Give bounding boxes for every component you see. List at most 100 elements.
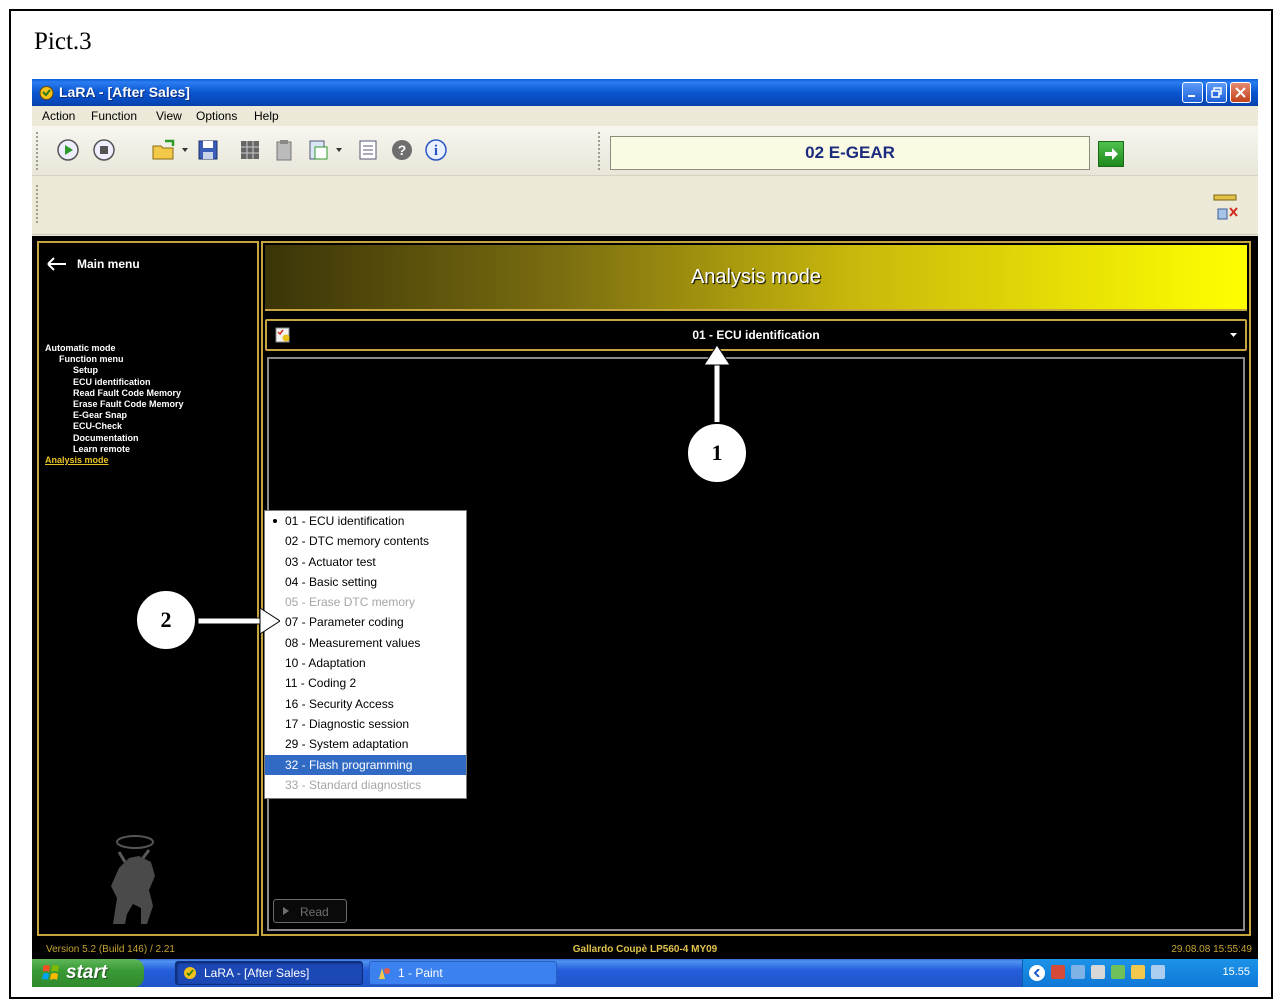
vehicle-text: Gallardo Coupè LP560-4 MY09 [572,944,718,955]
help-button[interactable]: ? [388,136,416,164]
tray-usb-icon[interactable] [1131,965,1145,979]
function-option[interactable]: 16 - Security Access [265,694,466,714]
lara-app-icon [184,967,196,979]
clipboard-button[interactable] [270,136,298,164]
option-label: 08 - Measurement values [285,635,421,650]
function-option[interactable]: 17 - Diagnostic session [265,714,466,734]
annotation-arrow-up [703,345,731,425]
tree-item[interactable]: Automatic mode [45,343,184,354]
option-label: 33 - Standard diagnostics [285,777,422,792]
tree-item[interactable]: Learn remote [45,444,184,455]
minimize-button[interactable] [1182,82,1203,103]
selected-bullet-icon [273,519,277,523]
open-dropdown-icon[interactable] [182,148,188,152]
main-toolbar: ? i 02 E-GEAR [32,126,1258,176]
option-label: 11 - Coding 2 [285,676,357,691]
tree-item[interactable]: E-Gear Snap [45,410,184,421]
menu-view[interactable]: View [156,109,182,123]
function-option[interactable]: 01 - ECU identification [265,511,466,531]
tree-item[interactable]: ECU identification [45,377,184,388]
option-label: 16 - Security Access [285,696,394,711]
option-label: 04 - Basic setting [285,574,378,589]
open-folder-icon [152,139,175,160]
system-tray: 15.55 [1022,959,1258,987]
tray-network-icon[interactable] [1051,965,1065,979]
menu-help[interactable]: Help [254,109,279,123]
datetime-text: 29.08.08 15:55:49 [1171,944,1252,955]
stop-button[interactable] [90,136,118,164]
arrow-right-icon [1105,148,1118,160]
option-label: 32 - Flash programming [285,757,413,772]
taskbar-item-label: LaRA - [After Sales] [204,966,310,980]
function-option[interactable]: 10 - Adaptation [265,653,466,673]
option-label: 03 - Actuator test [285,554,376,569]
chevron-down-icon [1230,333,1237,337]
mode-banner: Analysis mode [265,245,1247,311]
tree-item[interactable]: Read Fault Code Memory [45,388,184,399]
function-option-disabled: 05 - Erase DTC memory [265,592,466,612]
function-option-highlighted[interactable]: 32 - Flash programming [265,754,466,775]
paste-button[interactable] [304,136,332,164]
tray-expand-button[interactable] [1029,965,1045,981]
svg-text:?: ? [398,142,407,158]
play-icon [57,139,79,161]
function-option[interactable]: 03 - Actuator test [265,552,466,572]
disconnect-icon[interactable] [1210,193,1240,223]
function-option-disabled: 33 - Standard diagnostics [265,775,466,795]
function-option[interactable]: 29 - System adaptation [265,734,466,754]
stop-icon [93,139,115,161]
taskbar-item-lara[interactable]: LaRA - [After Sales] [175,961,363,985]
tree-item-selected[interactable]: Analysis mode [45,455,184,466]
tray-security-icon[interactable] [1111,965,1125,979]
back-arrow-icon [47,257,66,271]
menu-options[interactable]: Options [196,109,237,123]
option-label: 17 - Diagnostic session [285,716,410,731]
restore-icon [1211,87,1222,98]
menu-function[interactable]: Function [91,109,137,123]
open-button[interactable] [150,136,178,164]
navigation-tree: Automatic mode Function menu Setup ECU i… [45,343,184,466]
tray-antenna-icon[interactable] [1071,965,1085,979]
secondary-toolbar [32,177,1258,235]
start-button[interactable]: start [32,959,144,987]
paste-icon [309,140,328,160]
menu-action[interactable]: Action [42,109,75,123]
svg-text:i: i [434,143,438,159]
left-navigation-panel: Main menu Automatic mode Function menu S… [37,241,259,936]
tree-item[interactable]: Setup [45,365,184,376]
tree-item[interactable]: Documentation [45,433,184,444]
title-bar[interactable]: LaRA - [After Sales] [32,79,1258,106]
function-option[interactable]: 11 - Coding 2 [265,673,466,693]
function-option[interactable]: 02 - DTC memory contents [265,531,466,551]
option-label: 05 - Erase DTC memory [285,595,416,610]
toolbar-grip-2[interactable] [598,132,601,170]
close-button[interactable] [1230,82,1251,103]
tree-item[interactable]: Function menu [45,354,184,365]
function-option[interactable]: 04 - Basic setting [265,572,466,592]
ecu-name-field[interactable]: 02 E-GEAR [610,136,1090,170]
status-bar: Version 5.2 (Build 146) / 2.21 Gallardo … [32,942,1258,959]
grid-button[interactable] [236,136,264,164]
list-button[interactable] [354,136,382,164]
window-title: LaRA - [After Sales] [59,84,190,100]
toolbar-grip[interactable] [36,132,39,170]
tree-item[interactable]: Erase Fault Code Memory [45,399,184,410]
function-option[interactable]: 08 - Measurement values [265,633,466,653]
save-button[interactable] [194,136,222,164]
taskbar-item-paint[interactable]: 1 - Paint [369,961,557,985]
option-label: 02 - DTC memory contents [285,534,430,549]
tree-item[interactable]: ECU-Check [45,421,184,432]
tray-volume-icon[interactable] [1091,965,1105,979]
function-option[interactable]: 07 - Parameter coding [265,612,466,632]
play-button[interactable] [54,136,82,164]
main-menu-link[interactable]: Main menu [47,257,140,271]
taskbar-clock: 15.55 [1222,966,1250,978]
restore-button[interactable] [1206,82,1227,103]
toolbar-grip-3[interactable] [36,185,39,223]
go-button[interactable] [1098,141,1124,167]
tray-display-icon[interactable] [1151,965,1165,979]
info-button[interactable]: i [422,136,450,164]
function-select[interactable]: 01 - ECU identification [265,319,1247,351]
paste-dropdown-icon[interactable] [336,148,342,152]
read-button[interactable]: Read [273,899,347,923]
